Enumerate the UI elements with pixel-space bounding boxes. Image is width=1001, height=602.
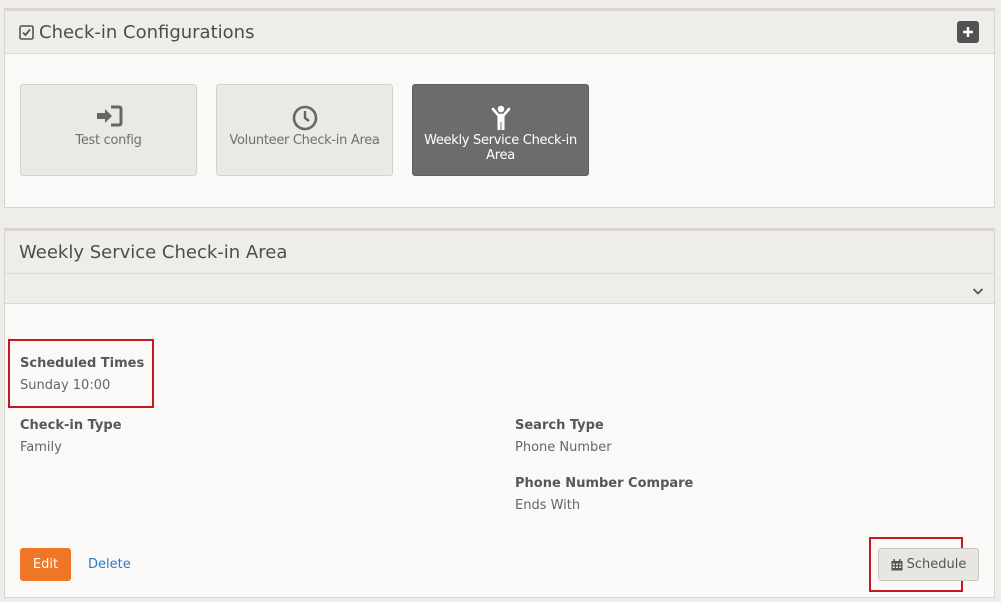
calendar-icon — [891, 558, 903, 571]
edit-button[interactable]: Edit — [20, 548, 71, 581]
scheduled-times-highlight — [8, 339, 154, 408]
panel-heading: Check-in Configurations — [5, 11, 994, 54]
panel-heading: Weekly Service Check-in Area — [5, 231, 994, 274]
tile-label: Volunteer Check-in Area — [229, 133, 380, 148]
panel-title: Weekly Service Check-in Area — [19, 241, 288, 263]
add-configuration-button[interactable] — [957, 21, 979, 43]
schedule-label: Schedule — [906, 557, 967, 572]
plus-icon — [963, 27, 973, 37]
checkin-type-label: Check-in Type — [20, 418, 122, 433]
tile-volunteer-checkin-area[interactable]: Volunteer Check-in Area — [216, 84, 393, 176]
tile-weekly-service-checkin-area[interactable]: Weekly Service Check-in Area — [412, 84, 589, 176]
checkin-type-value: Family — [20, 440, 62, 455]
chevron-down-icon[interactable] — [972, 282, 984, 301]
tile-label: Weekly Service Check-in Area — [424, 133, 577, 163]
panel-title: Check-in Configurations — [39, 21, 255, 43]
scheduled-times-value: Sunday 10:00 — [20, 378, 111, 393]
child-icon — [490, 105, 512, 133]
checkbox-icon — [19, 24, 34, 40]
checkin-area-panel: Weekly Service Check-in Area Scheduled T… — [4, 228, 995, 598]
phone-compare-label: Phone Number Compare — [515, 476, 694, 491]
checkin-configurations-panel: Check-in Configurations Test config Volu… — [4, 8, 995, 208]
phone-compare-value: Ends With — [515, 498, 581, 513]
search-type-label: Search Type — [515, 418, 604, 433]
sign-in-icon — [95, 105, 123, 133]
delete-link[interactable]: Delete — [88, 557, 131, 572]
search-type-value: Phone Number — [515, 440, 612, 455]
schedule-button[interactable]: Schedule — [878, 548, 979, 581]
tile-label: Test config — [75, 133, 142, 148]
tile-test-config[interactable]: Test config — [20, 84, 197, 176]
clock-icon — [292, 105, 318, 133]
scheduled-times-label: Scheduled Times — [20, 356, 145, 371]
collapse-bar[interactable] — [5, 274, 994, 304]
